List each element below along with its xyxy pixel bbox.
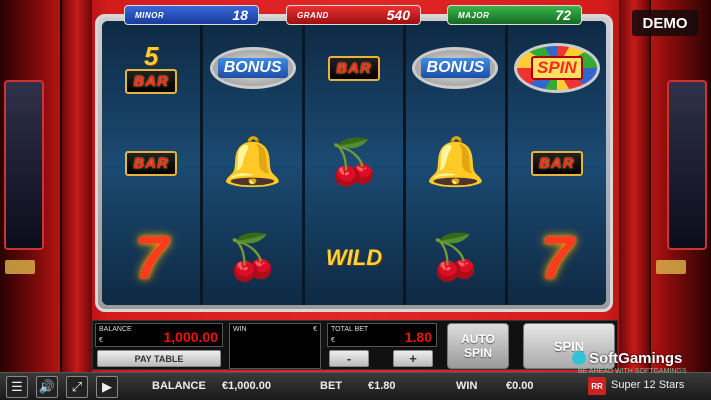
bet-plus-button[interactable]: + <box>393 350 433 367</box>
symbol-bar: BAR <box>508 116 606 211</box>
cabinet-pillar-left <box>62 0 92 372</box>
bar-label: BAR <box>328 55 380 81</box>
reel-4: BONUS 🔔 🍒 <box>406 21 505 305</box>
paytable-button[interactable]: PAY TABLE <box>97 350 221 367</box>
left-machine-screen <box>4 80 44 250</box>
seven-label: 7 <box>540 224 574 292</box>
left-neighbor-machine <box>0 0 60 372</box>
jackpot-major: MAJOR 72 <box>447 5 582 25</box>
symbol-seven: 7 <box>102 210 200 305</box>
video-icon[interactable]: ▶ <box>96 376 118 398</box>
balance-display: BALANCE € 1,000.00 <box>95 323 223 347</box>
softgamings-logo: SoftGamings <box>572 350 682 367</box>
cherry-icon: 🍒 <box>225 232 280 282</box>
bar-label: BAR <box>125 68 177 94</box>
bonus-label: BONUS <box>217 58 288 79</box>
jackpot-grand-label: GRAND <box>297 10 329 20</box>
autospin-line1: AUTO <box>461 332 495 346</box>
symbol-5bar: 5 BAR <box>102 21 200 116</box>
bar-label: BAR <box>125 150 177 176</box>
right-neighbor-machine <box>651 0 711 372</box>
bottom-balance-value: €1,000.00 <box>222 380 271 392</box>
balance-label: BALANCE <box>99 326 132 333</box>
balance-value: 1,000.00 <box>163 329 219 345</box>
cherry-icon: 🍒 <box>326 138 382 187</box>
symbol-bar: BAR <box>305 21 403 116</box>
reel-5: SPIN BAR 7 <box>507 21 606 305</box>
bet-minus-button[interactable]: - <box>329 350 369 367</box>
symbol-bonus: BONUS <box>203 21 301 116</box>
symbol-cherry: 🍒 <box>406 210 504 305</box>
autospin-button[interactable]: AUTO SPIN <box>447 323 509 369</box>
softgamings-mark-icon <box>572 351 586 365</box>
seven-label: 7 <box>134 224 168 292</box>
autospin-line2: SPIN <box>463 346 492 360</box>
right-machine-screen <box>667 80 707 250</box>
demo-badge: DEMO <box>632 10 698 36</box>
bonus-label: BONUS <box>420 58 491 79</box>
symbol-bonus: BONUS <box>406 21 504 116</box>
jackpot-grand-value: 540 <box>386 7 410 23</box>
jackpot-minor-value: 18 <box>232 7 248 23</box>
sound-icon[interactable]: 🔊 <box>36 376 58 398</box>
symbol-bell: 🔔 <box>203 116 301 211</box>
right-machine-light <box>656 260 686 274</box>
jackpot-minor: MINOR 18 <box>124 5 259 25</box>
reel-1: 5 BAR BAR 7 <box>102 21 201 305</box>
symbol-cherry: 🍒 <box>305 116 403 211</box>
provider-badge: RR <box>588 377 606 395</box>
jackpot-major-value: 72 <box>555 7 571 23</box>
reel-3: BAR 🍒 WILD <box>304 21 404 305</box>
bottom-bet-label: BET <box>320 380 342 392</box>
control-panel: BALANCE € 1,000.00 PAY TABLE WIN € TOTAL… <box>92 320 618 370</box>
symbol-cherry: 🍒 <box>203 210 301 305</box>
symbol-wild: WILD <box>305 210 403 305</box>
bottom-balance-label: BALANCE <box>152 380 206 392</box>
softgamings-tagline: BE AHEAD WITH SOFTGAMINGS <box>578 368 687 375</box>
reel-frame: 5BAR BAR 7 BONUS 🔔 🍒 BAR 🍒 WILD BONUS 🔔 … <box>95 14 613 312</box>
win-currency: € <box>313 326 317 333</box>
game-title: Super 12 Stars <box>611 379 685 391</box>
bottom-win-value: €0.00 <box>506 380 534 392</box>
bottom-bet-value: €1.80 <box>368 380 396 392</box>
bell-icon: 🔔 <box>425 136 486 189</box>
totalbet-currency: € <box>331 337 335 344</box>
symbol-spin: SPIN <box>508 21 606 116</box>
totalbet-display: TOTAL BET € 1.80 <box>327 323 437 347</box>
spin-symbol-label: SPIN <box>530 56 583 81</box>
wild-label: WILD <box>312 223 382 281</box>
game-stage: 5BAR BAR 7 BONUS 🔔 🍒 BAR 🍒 WILD BONUS 🔔 … <box>0 0 711 400</box>
totalbet-label: TOTAL BET <box>331 326 369 333</box>
win-label: WIN <box>233 326 247 333</box>
jackpot-major-label: MAJOR <box>458 10 490 20</box>
cabinet-pillar-right <box>619 0 649 372</box>
bar-label: BAR <box>531 150 583 176</box>
softgamings-logo-text: SoftGamings <box>589 350 683 367</box>
cherry-icon: 🍒 <box>428 232 483 282</box>
jackpot-grand: GRAND 540 <box>286 5 421 25</box>
symbol-bell: 🔔 <box>406 116 504 211</box>
reel-2: BONUS 🔔 🍒 <box>203 21 302 305</box>
menu-icon[interactable]: ☰ <box>6 376 28 398</box>
win-display: WIN € <box>229 323 321 369</box>
symbol-seven: 7 <box>508 210 606 305</box>
fullscreen-icon[interactable]: ⤢ <box>66 376 88 398</box>
symbol-bar: BAR <box>102 116 200 211</box>
bottom-win-label: WIN <box>456 380 478 392</box>
totalbet-value: 1.80 <box>404 329 432 345</box>
left-machine-light <box>5 260 35 274</box>
bell-icon: 🔔 <box>222 136 283 189</box>
jackpot-minor-label: MINOR <box>135 10 165 20</box>
reel-window: 5BAR BAR 7 BONUS 🔔 🍒 BAR 🍒 WILD BONUS 🔔 … <box>102 21 606 305</box>
balance-currency: € <box>99 337 103 344</box>
